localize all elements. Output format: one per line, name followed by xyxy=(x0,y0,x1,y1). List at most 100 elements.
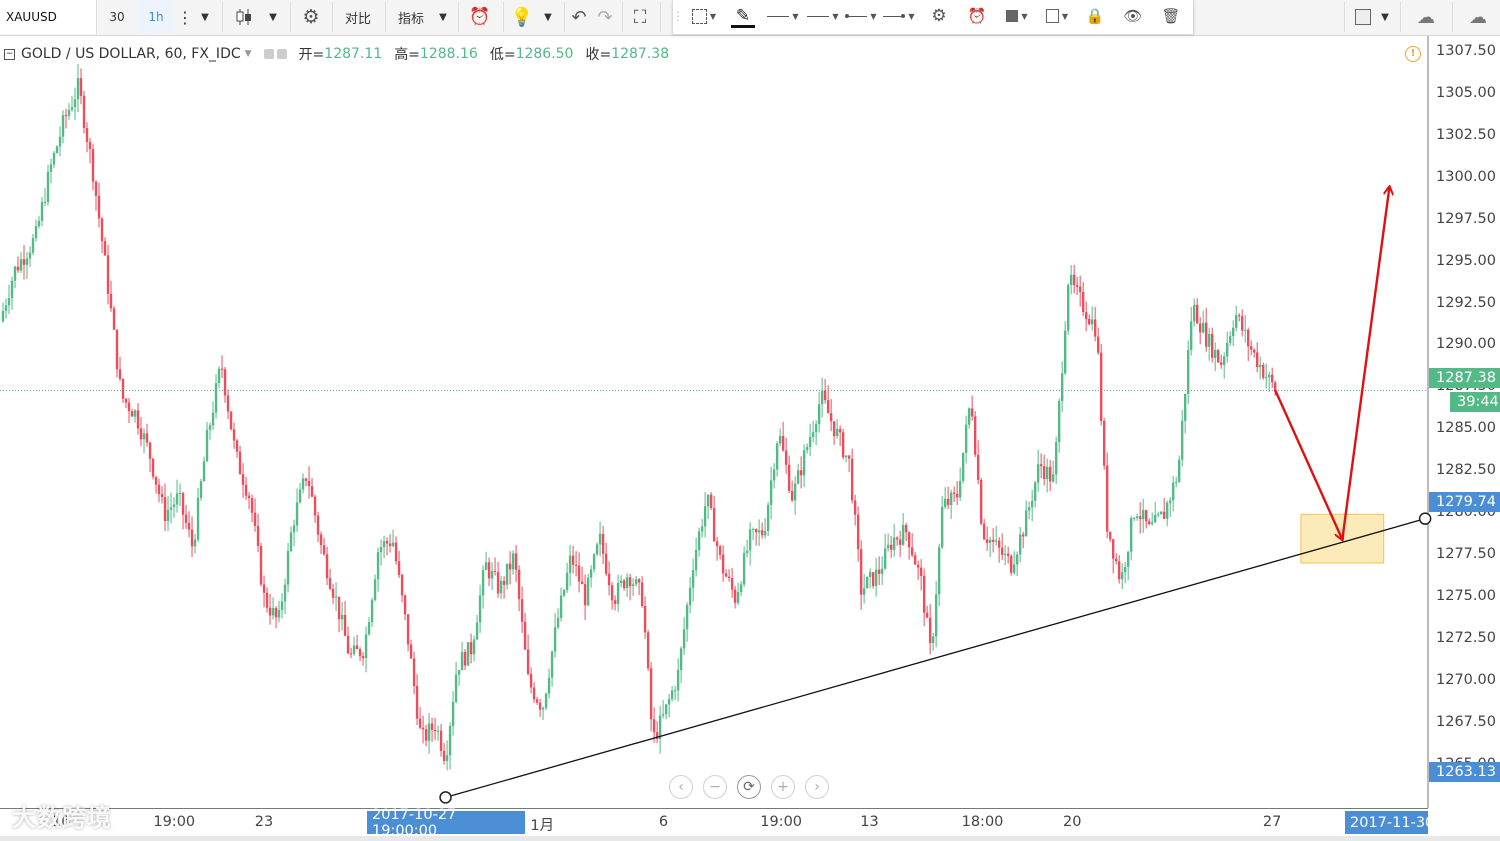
candle-body xyxy=(538,702,542,710)
candlestick-chart-type-icon[interactable] xyxy=(226,0,262,34)
line-start-icon[interactable]: ▼ xyxy=(843,0,879,32)
candle-body xyxy=(85,128,89,142)
settings-icon[interactable] xyxy=(276,49,287,59)
candle-body xyxy=(502,580,506,585)
candle-body xyxy=(1259,364,1262,368)
candle-body xyxy=(901,525,905,545)
alert-clock-icon[interactable]: ⏰ xyxy=(963,0,991,32)
candle-body xyxy=(760,530,764,536)
idea-dropdown-icon[interactable]: ▼ xyxy=(537,0,559,34)
visibility-icon[interactable] xyxy=(263,49,274,59)
candle-body xyxy=(505,563,509,585)
candle-body xyxy=(958,480,962,498)
candle-body xyxy=(196,497,200,540)
interval-dropdown-icon[interactable]: ▼ xyxy=(194,0,216,34)
up-projection-arrow[interactable] xyxy=(1341,187,1389,540)
line-end-icon[interactable]: ▼ xyxy=(881,0,917,32)
trendline-start-handle[interactable] xyxy=(439,791,452,804)
redo-icon[interactable]: ↷ xyxy=(592,0,618,34)
eye-icon[interactable]: 👁 xyxy=(1119,0,1147,32)
candle-body xyxy=(601,533,605,554)
candle-body xyxy=(697,531,701,550)
candle-body xyxy=(1186,350,1190,394)
line-style-solid-icon[interactable]: ▼ xyxy=(765,0,801,32)
candle-body xyxy=(328,578,332,589)
candle-body xyxy=(643,606,647,633)
trendline-end-handle[interactable] xyxy=(1418,512,1432,525)
layout-dropdown-icon[interactable]: ▼ xyxy=(1376,0,1394,34)
candle-body xyxy=(214,383,218,413)
candle-body xyxy=(427,723,431,741)
time-axis[interactable] xyxy=(0,808,1428,837)
candle-body xyxy=(955,493,959,498)
candle-body xyxy=(757,530,761,533)
indicators-button[interactable]: 指标 xyxy=(389,0,433,34)
candle-body xyxy=(274,607,278,618)
candle-body xyxy=(22,259,26,265)
candle-body xyxy=(295,502,299,526)
anchor-price-label: 1263.13 xyxy=(1429,762,1500,782)
candle-body xyxy=(535,699,539,703)
candle-body xyxy=(1237,315,1241,317)
candle-body xyxy=(964,424,968,453)
drag-handle-icon[interactable]: ⋮ xyxy=(672,0,684,32)
chart-type-dropdown-icon[interactable]: ▼ xyxy=(262,0,284,34)
candle-body xyxy=(652,719,656,733)
indicators-dropdown-icon[interactable]: ▼ xyxy=(433,0,453,34)
zoom-out-button[interactable]: − xyxy=(703,775,727,799)
lock-icon[interactable]: 🔒 xyxy=(1081,0,1109,32)
reset-chart-button[interactable]: ⟳ xyxy=(737,775,761,799)
candle-body xyxy=(994,540,998,542)
candle-body xyxy=(499,580,503,594)
price-chart[interactable] xyxy=(0,0,1500,841)
select-region-icon[interactable]: ▼ xyxy=(687,0,721,32)
cloud-download-icon[interactable]: ☁ xyxy=(1404,0,1448,34)
down-projection-arrow[interactable] xyxy=(1274,389,1342,539)
candle-body xyxy=(982,523,986,540)
candle-body xyxy=(118,369,122,379)
bring-to-front-icon[interactable]: ▼ xyxy=(999,0,1035,32)
price-tick-label: 1270.00 xyxy=(1436,672,1496,689)
target-zone[interactable] xyxy=(1300,513,1385,564)
candle-body xyxy=(820,390,824,405)
candle-body xyxy=(1066,285,1070,331)
candle-body xyxy=(838,429,842,433)
gear-icon[interactable]: ⚙ xyxy=(294,0,328,34)
gear-icon[interactable]: ⚙ xyxy=(925,0,953,32)
candle-body xyxy=(1057,400,1061,443)
candle-body xyxy=(226,395,230,412)
candle-body xyxy=(166,509,170,522)
trendline[interactable] xyxy=(445,518,1426,799)
candle-body xyxy=(739,584,743,593)
candle-body xyxy=(658,715,662,740)
candle-body xyxy=(544,693,548,708)
compare-button[interactable]: 对比 xyxy=(336,0,380,34)
candle-body xyxy=(793,483,797,501)
series-dropdown-icon[interactable]: ▼ xyxy=(245,49,252,59)
candle-body xyxy=(229,411,233,430)
layout-icon[interactable] xyxy=(1350,0,1376,34)
clone-icon[interactable]: ▼ xyxy=(1039,0,1075,32)
fullscreen-icon[interactable]: ⛶ xyxy=(625,0,655,34)
scroll-left-button[interactable]: ‹ xyxy=(669,775,693,799)
line-width-icon[interactable]: ▼ xyxy=(805,0,841,32)
divider xyxy=(458,2,459,32)
cloud-upload-icon[interactable]: ☁ xyxy=(1456,0,1500,34)
warning-icon[interactable]: ! xyxy=(1405,46,1421,62)
alert-clock-icon[interactable]: ⏰ xyxy=(462,0,498,34)
interval-30-button[interactable]: 30 xyxy=(98,0,136,34)
candle-body xyxy=(1246,329,1250,347)
symbol-search-input[interactable]: XAUUSD xyxy=(0,0,97,34)
more-intervals-icon[interactable]: ⋮ xyxy=(176,0,194,34)
candle-body xyxy=(1198,323,1202,333)
trash-icon[interactable]: 🗑 xyxy=(1157,0,1185,32)
zoom-in-button[interactable]: + xyxy=(771,775,795,799)
interval-1h-button[interactable]: 1h xyxy=(138,0,174,34)
idea-bulb-icon[interactable]: 💡 xyxy=(507,0,537,34)
scroll-right-button[interactable]: › xyxy=(805,775,829,799)
undo-icon[interactable]: ↶ xyxy=(566,0,592,34)
collapse-icon[interactable]: − xyxy=(4,48,15,60)
candle-body xyxy=(1009,555,1013,573)
candle-body xyxy=(928,617,932,643)
candle-body xyxy=(154,476,158,485)
